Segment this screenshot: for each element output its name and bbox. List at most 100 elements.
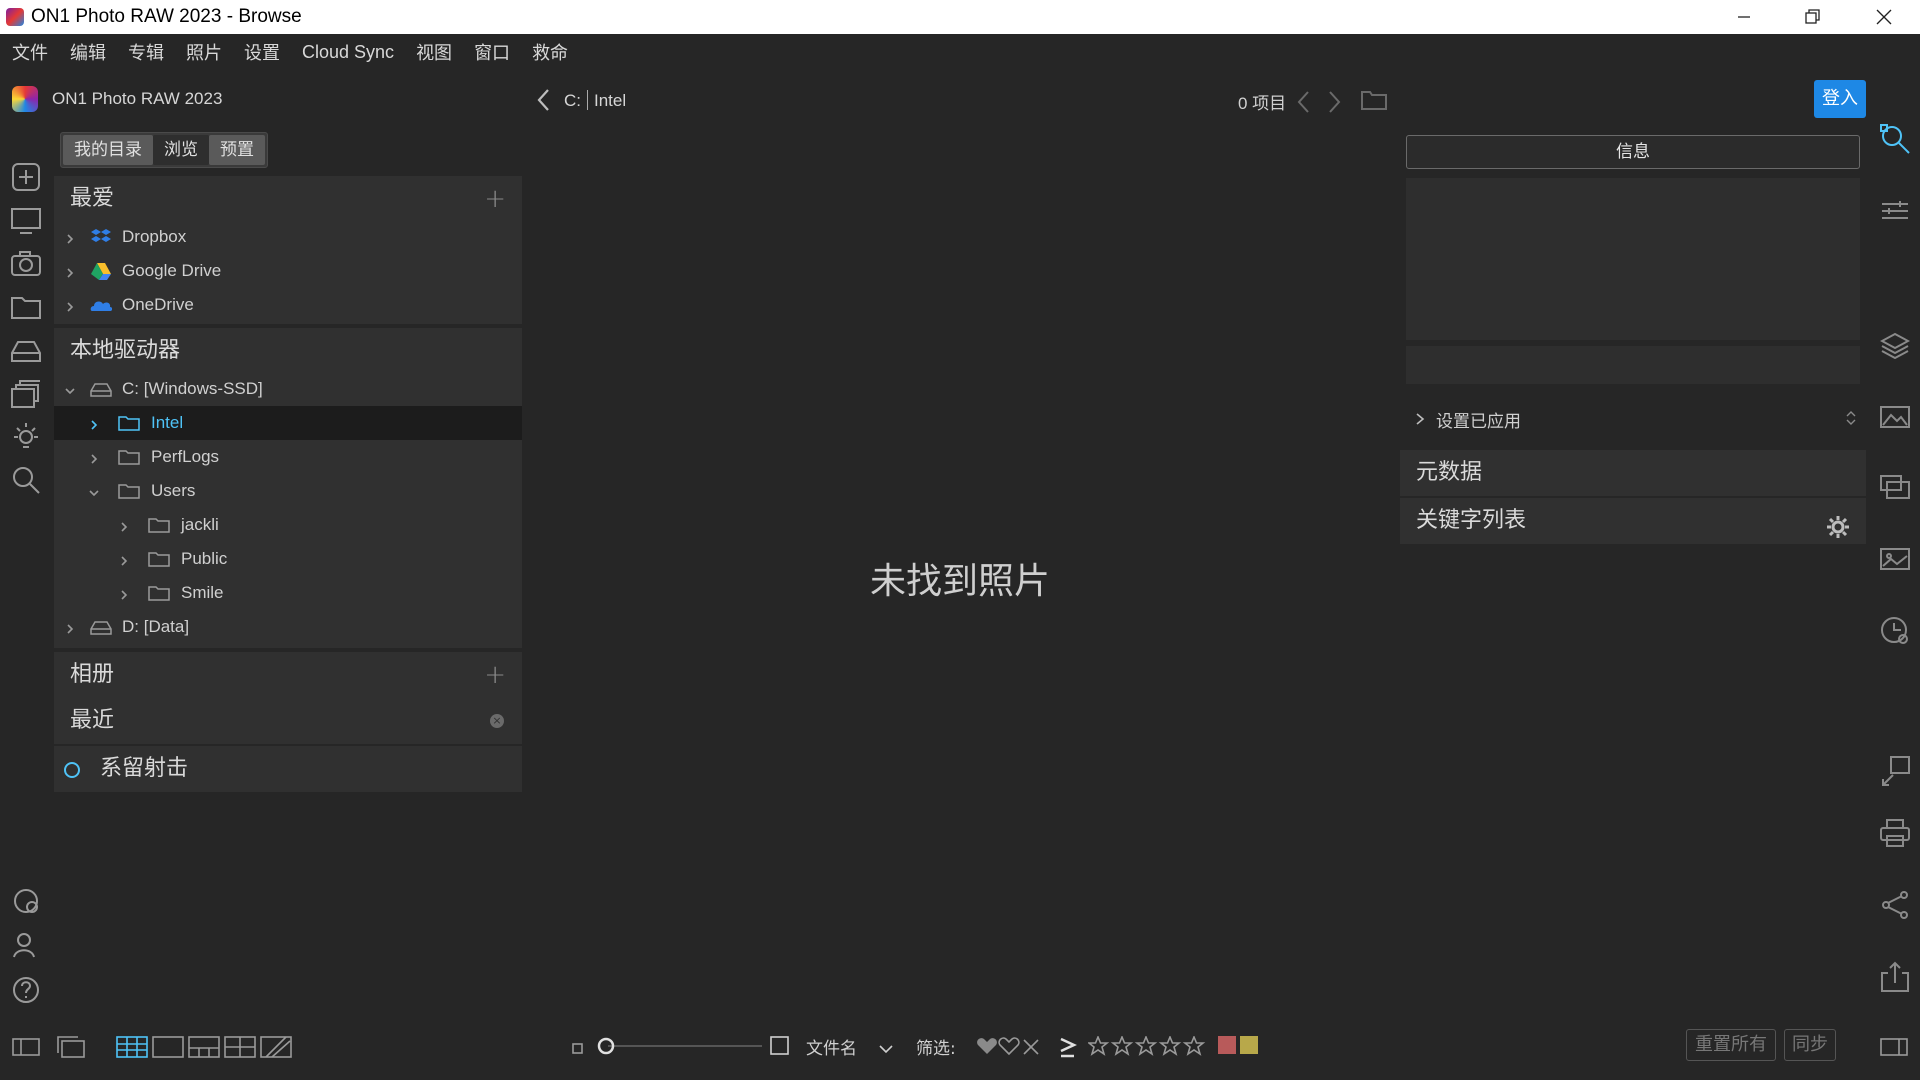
favorites-header[interactable]: 最爱 + (54, 176, 522, 222)
compare-grid-icon[interactable] (224, 1035, 256, 1063)
user-icon[interactable] (9, 928, 43, 962)
menu-window[interactable]: 窗口 (474, 39, 510, 65)
recent-section[interactable]: 最近 × (54, 698, 522, 744)
stack-icon[interactable] (1876, 468, 1914, 506)
heart-filled-icon[interactable] (976, 1036, 998, 1060)
sync-button[interactable]: 同步 (1784, 1029, 1836, 1061)
chevron-right-icon[interactable] (64, 298, 76, 312)
resize-export-icon[interactable] (1876, 752, 1914, 790)
favorite-dropbox[interactable]: Dropbox (54, 220, 522, 254)
bulb-icon[interactable] (9, 420, 43, 454)
drive-d[interactable]: D: [Data] (54, 610, 522, 644)
resize-circle-icon[interactable] (1876, 612, 1914, 650)
cloud-sync-icon[interactable] (9, 884, 43, 918)
menu-settings[interactable]: 设置 (244, 39, 280, 65)
menu-photo[interactable]: 照片 (186, 39, 222, 65)
landscape-icon[interactable] (1876, 398, 1914, 436)
breadcrumb-folder[interactable]: Intel (594, 91, 626, 110)
detail-view-icon[interactable] (152, 1035, 184, 1063)
folder-public[interactable]: Public (54, 542, 522, 576)
chevron-right-icon[interactable] (118, 586, 130, 600)
folder-smile[interactable]: Smile (54, 576, 522, 610)
drive-icon[interactable] (9, 334, 43, 368)
color-label-red[interactable] (1218, 1036, 1236, 1054)
toggle-right-panel-icon[interactable] (1880, 1037, 1908, 1061)
chevron-down-icon[interactable] (88, 484, 100, 497)
minimize-button[interactable] (1710, 0, 1778, 34)
clear-recent-icon[interactable]: × (490, 714, 504, 728)
menu-help[interactable]: 救命 (532, 39, 568, 65)
chevron-right-icon[interactable] (64, 620, 76, 634)
tab-presets[interactable]: 预置 (209, 135, 265, 165)
chevron-down-icon[interactable] (878, 1040, 894, 1059)
menu-cloud-sync[interactable]: Cloud Sync (302, 42, 394, 63)
menu-album[interactable]: 专辑 (128, 39, 164, 65)
grid-view-icon[interactable] (116, 1035, 148, 1063)
compare-view-icon[interactable] (56, 1035, 86, 1063)
login-button[interactable]: 登入 (1814, 80, 1866, 118)
export-icon[interactable] (1876, 958, 1914, 996)
reset-all-button[interactable]: 重置所有 (1686, 1029, 1776, 1061)
heart-outline-icon[interactable] (998, 1036, 1020, 1060)
add-album-icon[interactable]: + (484, 652, 506, 698)
print-icon[interactable] (1876, 814, 1914, 852)
tab-browse[interactable]: 浏览 (153, 135, 209, 165)
chevron-right-icon[interactable] (88, 450, 100, 464)
chevron-down-icon[interactable] (64, 382, 76, 395)
new-folder-icon[interactable] (1360, 88, 1388, 116)
chevron-right-icon[interactable] (64, 230, 76, 244)
search-icon[interactable] (9, 463, 43, 497)
add-icon[interactable] (9, 160, 43, 194)
small-thumb-icon[interactable] (572, 1040, 584, 1059)
folder-intel[interactable]: Intel (54, 406, 522, 440)
drive-c[interactable]: C: [Windows-SSD] (54, 372, 522, 406)
previous-icon[interactable] (1296, 90, 1310, 118)
reject-icon[interactable] (1022, 1038, 1040, 1060)
chevron-right-icon[interactable] (1414, 411, 1426, 431)
map-view-icon[interactable] (260, 1035, 292, 1063)
adjust-sliders-icon[interactable] (1876, 192, 1914, 230)
menu-view[interactable]: 视图 (416, 39, 452, 65)
back-arrow-icon[interactable] (536, 88, 552, 116)
help-icon[interactable] (9, 973, 43, 1007)
chevron-right-icon[interactable] (118, 552, 130, 566)
menu-file[interactable]: 文件 (12, 39, 48, 65)
add-favorite-icon[interactable]: + (484, 176, 506, 222)
monitor-icon[interactable] (9, 204, 43, 238)
folder-users[interactable]: Users (54, 474, 522, 508)
tab-my-catalog[interactable]: 我的目录 (63, 135, 153, 165)
thumbnail-size-slider[interactable] (596, 1036, 766, 1060)
info-search-icon[interactable] (1876, 120, 1914, 158)
color-label-yellow[interactable] (1240, 1036, 1258, 1054)
greater-equal-icon[interactable] (1058, 1036, 1078, 1062)
info-tab[interactable]: 信息 (1406, 135, 1860, 169)
albums-icon[interactable] (9, 377, 43, 411)
close-button[interactable] (1850, 0, 1918, 34)
tethered-section[interactable]: 系留射击 (54, 746, 522, 792)
chevron-right-icon[interactable] (64, 264, 76, 278)
metadata-section[interactable]: 元数据 (1400, 450, 1866, 496)
filmstrip-view-icon[interactable] (188, 1035, 220, 1063)
expand-collapse-icon[interactable] (1846, 408, 1856, 433)
star-rating-icons[interactable] (1086, 1034, 1208, 1060)
settings-applied-row[interactable]: 设置已应用 (1406, 398, 1860, 438)
large-thumb-icon[interactable] (770, 1036, 790, 1060)
breadcrumb-drive[interactable]: C: (564, 91, 581, 110)
folder-perflogs[interactable]: PerfLogs (54, 440, 522, 474)
local-drives-header[interactable]: 本地驱动器 (54, 328, 522, 374)
menu-edit[interactable]: 编辑 (70, 39, 106, 65)
toggle-left-panel-icon[interactable] (12, 1037, 40, 1061)
chevron-right-icon[interactable] (88, 416, 100, 430)
keyword-list-section[interactable]: 关键字列表 (1400, 498, 1866, 544)
camera-icon[interactable] (9, 247, 43, 281)
next-icon[interactable] (1328, 90, 1342, 118)
favorite-onedrive[interactable]: OneDrive (54, 288, 522, 322)
chevron-right-icon[interactable] (118, 518, 130, 532)
favorite-google-drive[interactable]: Google Drive (54, 254, 522, 288)
image-icon[interactable] (1876, 540, 1914, 578)
sort-field[interactable]: 文件名 (806, 1034, 857, 1059)
folder-jackli[interactable]: jackli (54, 508, 522, 542)
share-icon[interactable] (1876, 886, 1914, 924)
gear-icon[interactable] (1826, 510, 1850, 556)
albums-section[interactable]: 相册 + (54, 652, 522, 698)
